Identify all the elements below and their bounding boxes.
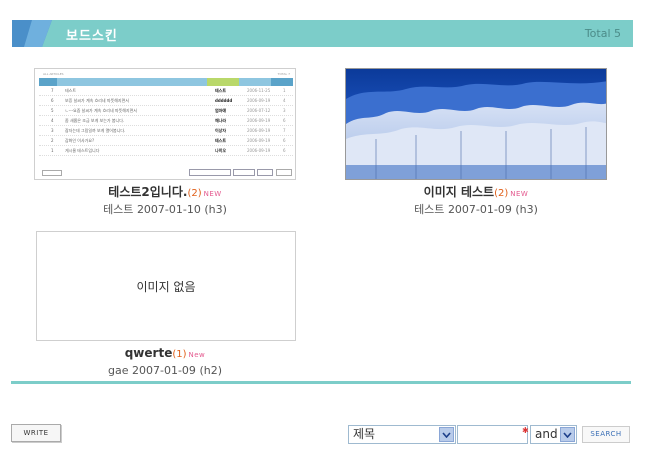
mini-board-cell: ㄴ---요즘 날씨가 계속 흐리네 따뜻해지면서 [65,108,137,113]
board-header: 보드스킨 Total 5 [12,20,633,47]
item-hits: (h3) [515,203,538,216]
header-flag-icon [12,20,52,47]
mini-board-cell: 좀 새롭은 조금 보게 보는가 봅니다. [65,118,125,123]
mini-board-cell: 테스트 [215,138,227,143]
mini-board-cell: dddddd [215,98,233,103]
mini-board-cell: 2 [51,138,54,143]
mini-board-cell: 2006-09-19 [247,98,271,103]
search-field-select[interactable]: 제목 [348,425,456,444]
mini-board-cell: 6 [283,138,286,143]
mini-board-cell: 깨나라 [215,118,227,123]
item-author: 테스트 [414,203,445,216]
mini-board-cell: 6 [51,98,54,103]
search-operator-value: and [535,427,558,441]
item-title[interactable]: 이미지 테스트 [424,185,494,199]
mini-board-cell: 1 [283,88,286,93]
item-date: 2007-01-10 [136,203,201,216]
board-thumbnail[interactable]: ALL ARTICLES TOTAL 7 7 테스트 테스트 2006-11-25 1 6 보… [34,68,296,180]
board-screenshot-image: ALL ARTICLES TOTAL 7 7 테스트 테스트 2006-11-25 1 6 보… [39,72,293,178]
mini-board-row: 5 ㄴ---요즘 날씨가 계속 흐리네 따뜻해지면서 엄마얘 2006-07-12 3 [39,106,293,116]
mini-board-cell: 2006-11-25 [247,88,271,93]
mini-board-cell: 2006-09-19 [247,128,271,133]
item-author: gae [108,364,129,377]
mini-board-cell: 2006-09-19 [247,118,271,123]
mini-board-cell: 나히오 [215,148,227,153]
list-divider [11,381,631,384]
board-title: 보드스킨 [66,29,118,44]
mini-board-cell: 7 [51,88,54,93]
empty-thumbnail[interactable]: 이미지 없음 [36,231,296,341]
mini-board-row: 3 잠자는데 그림일까 보게 열어봅니다. 이상자 2006-09-19 7 [39,126,293,136]
input-marker-icon: ✱ [522,426,529,435]
chevron-down-icon[interactable] [560,427,575,442]
search-operator-select[interactable]: and [530,425,577,444]
mini-board-cell: 1 [51,148,54,153]
mini-board-cell: 2006-09-19 [247,148,271,153]
search-field-value: 제목 [353,427,376,441]
search-button[interactable]: SEARCH [582,426,630,443]
snowy-forest-image [346,69,606,179]
mini-board-row: 1 게시물 테스트입니다 나히오 2006-09-19 6 [39,146,293,156]
mini-board-cell: 6 [283,148,286,153]
mini-board-cell: 4 [51,118,54,123]
search-input[interactable] [457,425,528,444]
mini-board-cell: 감화인 이사가요? [65,138,95,143]
mini-board-cell: 5 [51,108,54,113]
total-count: Total 5 [584,27,621,40]
mini-board-cell: 보증 날씨가 계속 흐리네 따뜻해지면서 [65,98,129,103]
mini-board-row: 4 좀 새롭은 조금 보게 보는가 봅니다. 깨나라 2006-09-19 6 [39,116,293,126]
new-badge: New [188,351,206,359]
item-author: 테스트 [103,203,134,216]
mini-board-cell: 잠자는데 그림일까 보게 열어봅니다. [65,128,126,133]
chevron-down-icon[interactable] [439,427,454,442]
mini-board-row: 7 테스트 테스트 2006-11-25 1 [39,86,293,96]
mini-board-cell: 이상자 [215,128,227,133]
item-hits: (h2) [199,364,222,377]
mini-board-cell: 테스트 [215,88,227,93]
item-title[interactable]: qwerte [125,346,173,360]
photo-thumbnail[interactable] [345,68,607,180]
gallery-item[interactable]: 이미지 테스트(2) NEW 테스트 2007-01-09 (h3) [345,68,607,217]
mini-board-cell: 7 [283,128,286,133]
mini-board-cell: 2006-07-12 [247,108,271,113]
item-date: 2007-01-09 [132,364,196,377]
comment-count: (2) [494,188,509,199]
mini-board-row: 6 보증 날씨가 계속 흐리네 따뜻해지면서 dddddd 2006-09-19 4 [39,96,293,106]
mini-board-cell: 2006-09-19 [247,138,271,143]
new-badge: NEW [203,190,222,198]
item-date: 2007-01-09 [447,203,512,216]
write-button[interactable]: WRITE [11,424,61,442]
mini-board-cell: 엄마얘 [215,108,227,113]
no-image-text: 이미지 없음 [136,279,196,294]
gallery-item[interactable]: ALL ARTICLES TOTAL 7 7 테스트 테스트 2006-11-25 1 6 보… [34,68,296,217]
mini-board-cell: 3 [283,108,286,113]
mini-board-cell: 3 [51,128,54,133]
comment-count: (1) [172,349,187,360]
comment-count: (2) [187,188,202,199]
mini-board-cell: 테스트 [65,88,77,93]
mini-board-cell: 4 [283,98,286,103]
mini-board-cell: 게시물 테스트입니다 [65,148,100,153]
mini-board-row: 2 감화인 이사가요? 테스트 2006-09-19 6 [39,136,293,146]
new-badge: NEW [510,190,529,198]
mini-board-cell: 6 [283,118,286,123]
item-title[interactable]: 테스트2입니다. [108,185,187,199]
item-hits: (h3) [204,203,227,216]
gallery-item[interactable]: 이미지 없음 qwerte(1) New gae 2007-01-09 (h2) [34,231,296,378]
